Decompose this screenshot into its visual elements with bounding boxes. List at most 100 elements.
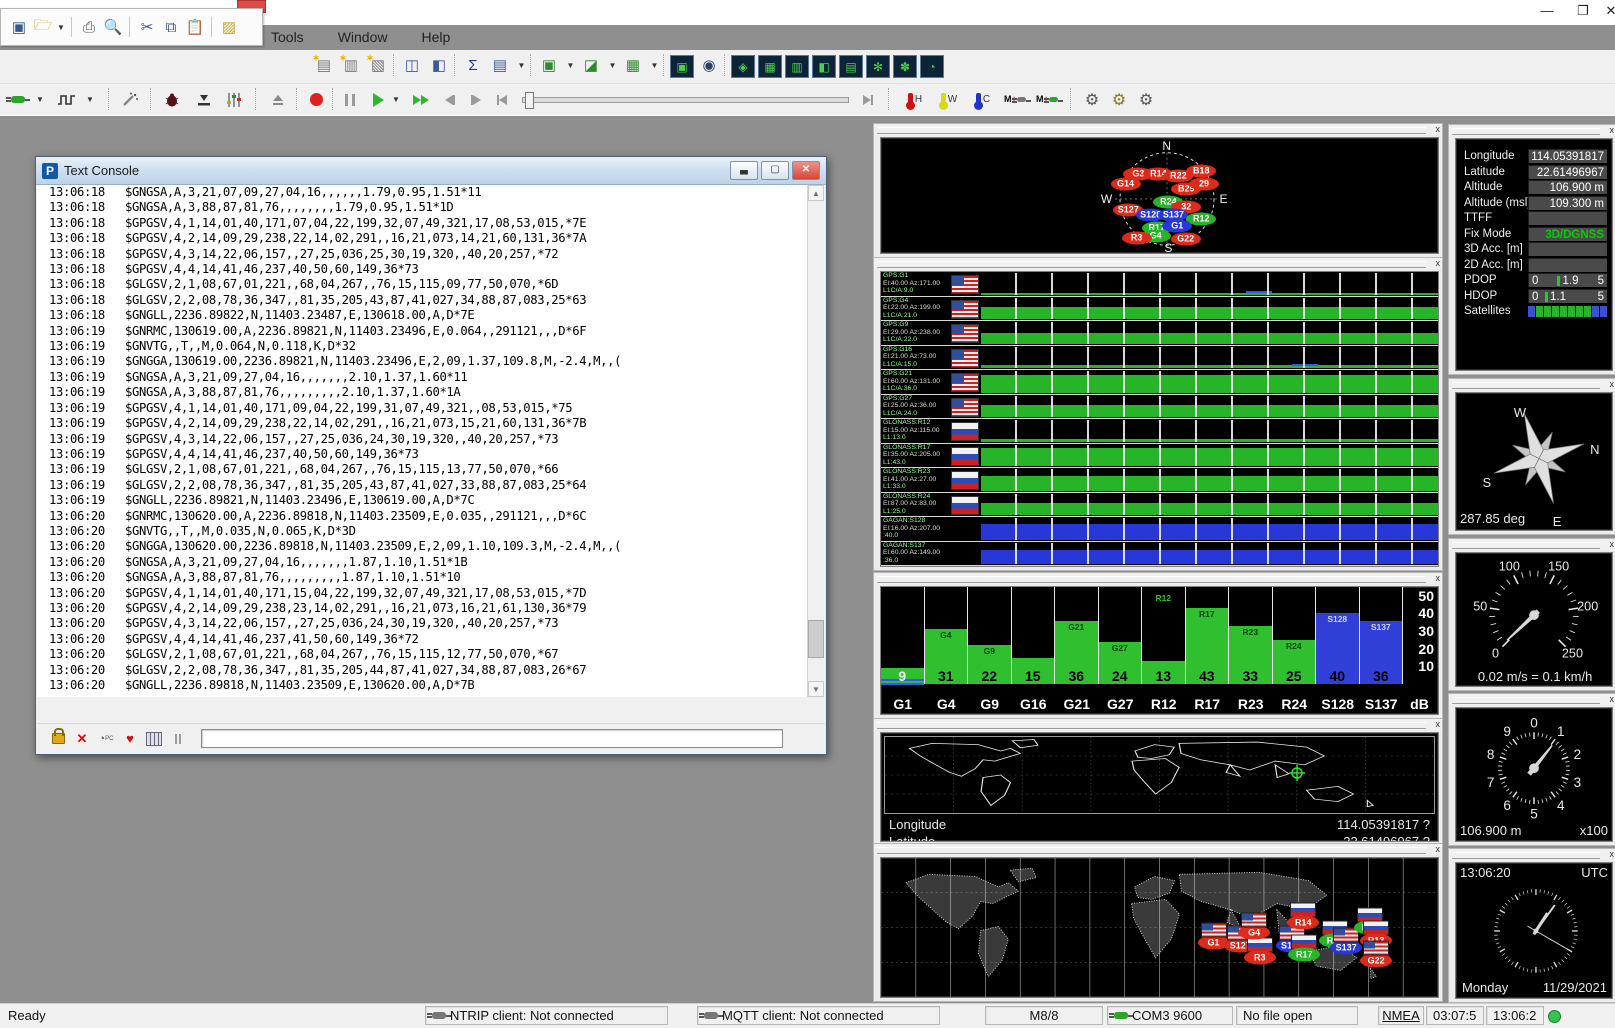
statistic-view-icon[interactable]: Σ	[461, 53, 485, 78]
clock-grip[interactable]: x	[1449, 849, 1615, 860]
play-icon[interactable]	[366, 87, 390, 112]
status-com-port[interactable]: COM3 9600	[1107, 1006, 1233, 1025]
new-player-message-icon[interactable]: ✶▤	[312, 53, 336, 78]
close-icon[interactable]: x	[1436, 124, 1441, 135]
download-icon[interactable]	[192, 87, 216, 112]
close-icon[interactable]: x	[1436, 573, 1441, 584]
step-forward-icon[interactable]	[464, 87, 488, 112]
console-maximize-button[interactable]: ▢	[761, 161, 789, 180]
signal-history-grip[interactable]: x	[874, 258, 1442, 269]
histogram-dropdown-icon[interactable]: ▼	[648, 53, 661, 78]
packet-console-window-icon[interactable]: ◈	[731, 55, 755, 78]
position-slider[interactable]	[522, 97, 849, 103]
close-icon[interactable]: x	[1610, 379, 1615, 390]
baudrate-icon[interactable]	[54, 87, 80, 112]
scrollbar-thumb[interactable]	[808, 620, 824, 658]
split-view-icon[interactable]: ◧	[427, 53, 451, 78]
ground-track-grip[interactable]: x	[874, 844, 1442, 855]
status-protocol[interactable]: NMEA	[1378, 1006, 1424, 1025]
close-icon[interactable]: x	[1436, 719, 1441, 730]
close-icon[interactable]: x	[1436, 258, 1441, 269]
log-heart-icon[interactable]: ♥	[119, 729, 141, 749]
fast-forward-icon[interactable]	[408, 87, 434, 112]
scroll-down-icon[interactable]: ▼	[808, 681, 824, 697]
new-player-doc-icon[interactable]: ✶▧	[366, 53, 390, 78]
lock-icon[interactable]	[47, 729, 69, 749]
histogram-view-icon[interactable]: ▦	[621, 53, 645, 78]
autobaud-wand-icon[interactable]	[118, 87, 142, 112]
statistic-window-icon[interactable]: ✻	[866, 55, 890, 78]
eject-icon[interactable]	[266, 87, 290, 112]
chart-dropdown-icon[interactable]: ▼	[606, 53, 619, 78]
cut-icon[interactable]: ✂	[135, 15, 159, 39]
nmea-text-area[interactable]: 13:06:18$GNGSA,A,3,21,07,09,27,04,16,,,,…	[37, 185, 809, 697]
menu-help[interactable]: Help	[417, 27, 454, 47]
text-console-titlebar[interactable]: P Text Console ▃ ▢ ✕	[36, 157, 826, 185]
views-dropdown-icon[interactable]: ▼	[515, 53, 528, 78]
pc-time-icon[interactable]: ◔PC	[95, 729, 117, 749]
open-icon[interactable]: 🗁	[31, 15, 55, 39]
thermo-warm-icon[interactable]: W	[934, 87, 964, 112]
sphere-view-icon[interactable]: ◉	[697, 53, 721, 78]
console-close-button[interactable]: ✕	[792, 161, 820, 180]
print-icon[interactable]: ⎙	[77, 15, 101, 39]
m-plus-receiver-icon[interactable]: M+	[1004, 87, 1030, 112]
close-icon[interactable]: x	[1610, 539, 1615, 550]
new-player-01-icon[interactable]: ✶▥	[339, 53, 363, 78]
pause-bars-icon[interactable]	[167, 729, 189, 749]
copy-icon[interactable]: ⧉	[159, 15, 183, 39]
gear-3-icon[interactable]: ⚙	[1134, 87, 1158, 112]
paste-icon[interactable]: 📋	[183, 15, 207, 39]
close-icon[interactable]: x	[1610, 849, 1615, 860]
print-preview-icon[interactable]: 🔍	[101, 15, 125, 39]
step-back-icon[interactable]	[438, 87, 462, 112]
docking-view-icon[interactable]: ◫	[400, 53, 424, 78]
speedometer-grip[interactable]: x	[1449, 539, 1615, 550]
filter-sliders-icon[interactable]	[222, 87, 246, 112]
gear-1-icon[interactable]: ⚙	[1080, 87, 1104, 112]
close-window-button[interactable]: ✕	[1596, 2, 1615, 20]
menu-window[interactable]: Window	[334, 27, 392, 47]
menu-tools[interactable]: Tools	[267, 27, 308, 47]
console-scrollbar[interactable]: ▲ ▼	[807, 185, 825, 697]
gear-2-icon[interactable]: ⚙	[1107, 87, 1131, 112]
compass-grip[interactable]: x	[1449, 379, 1615, 390]
messages-window-icon[interactable]: ◧	[812, 55, 836, 78]
play-dropdown-icon[interactable]: ▼	[390, 87, 402, 112]
debug-bug-icon[interactable]	[160, 87, 184, 112]
map-view-icon[interactable]: ▣	[537, 53, 561, 78]
configuration-window-icon[interactable]: ▤	[839, 55, 863, 78]
binary-console-window-icon[interactable]: ▦	[758, 55, 782, 78]
signal-level-grip[interactable]: x	[874, 573, 1442, 584]
open-dropdown-icon[interactable]: ▼	[55, 15, 67, 39]
save-icon[interactable]: ▣	[7, 15, 31, 39]
maximize-window-button[interactable]: ❐	[1568, 2, 1598, 20]
minimize-window-button[interactable]: —	[1532, 2, 1562, 20]
thermo-cold-icon[interactable]: C	[968, 87, 998, 112]
text-console-window-icon[interactable]: ▥	[785, 55, 809, 78]
close-icon[interactable]: x	[1610, 694, 1615, 705]
mail-close-icon[interactable]: ▨	[217, 15, 241, 39]
close-icon[interactable]: x	[1610, 125, 1615, 136]
m-plus-connect-icon[interactable]: M+	[1036, 87, 1062, 112]
sky-view-grip[interactable]: x	[874, 124, 1442, 135]
messages-view-icon[interactable]: ▤	[488, 53, 512, 78]
status-ntrip[interactable]: NTRIP client: Not connected	[425, 1006, 668, 1025]
clear-icon[interactable]: ✕	[71, 729, 93, 749]
status-receiver-model[interactable]: M8/8	[985, 1006, 1103, 1025]
text-console-window[interactable]: P Text Console ▃ ▢ ✕ 13:06:18$GNGSA,A,3,…	[35, 156, 827, 755]
data-panel-grip[interactable]: x	[1449, 125, 1615, 136]
altimeter-grip[interactable]: x	[1449, 694, 1615, 705]
camera-view-icon[interactable]: ▣	[670, 55, 694, 78]
scroll-up-icon[interactable]: ▲	[808, 185, 824, 201]
connect-icon[interactable]	[8, 87, 32, 112]
baudrate-dropdown-icon[interactable]: ▼	[84, 87, 96, 112]
slider-handle[interactable]	[525, 92, 534, 109]
skip-start-icon[interactable]	[490, 87, 514, 112]
thermo-hot-icon[interactable]: H	[900, 87, 930, 112]
record-icon[interactable]	[304, 87, 328, 112]
console-minimize-button[interactable]: ▃	[730, 161, 758, 180]
console-filter-input[interactable]	[201, 729, 783, 748]
status-mqtt[interactable]: MQTT client: Not connected	[697, 1006, 940, 1025]
skip-end-icon[interactable]	[856, 87, 880, 112]
